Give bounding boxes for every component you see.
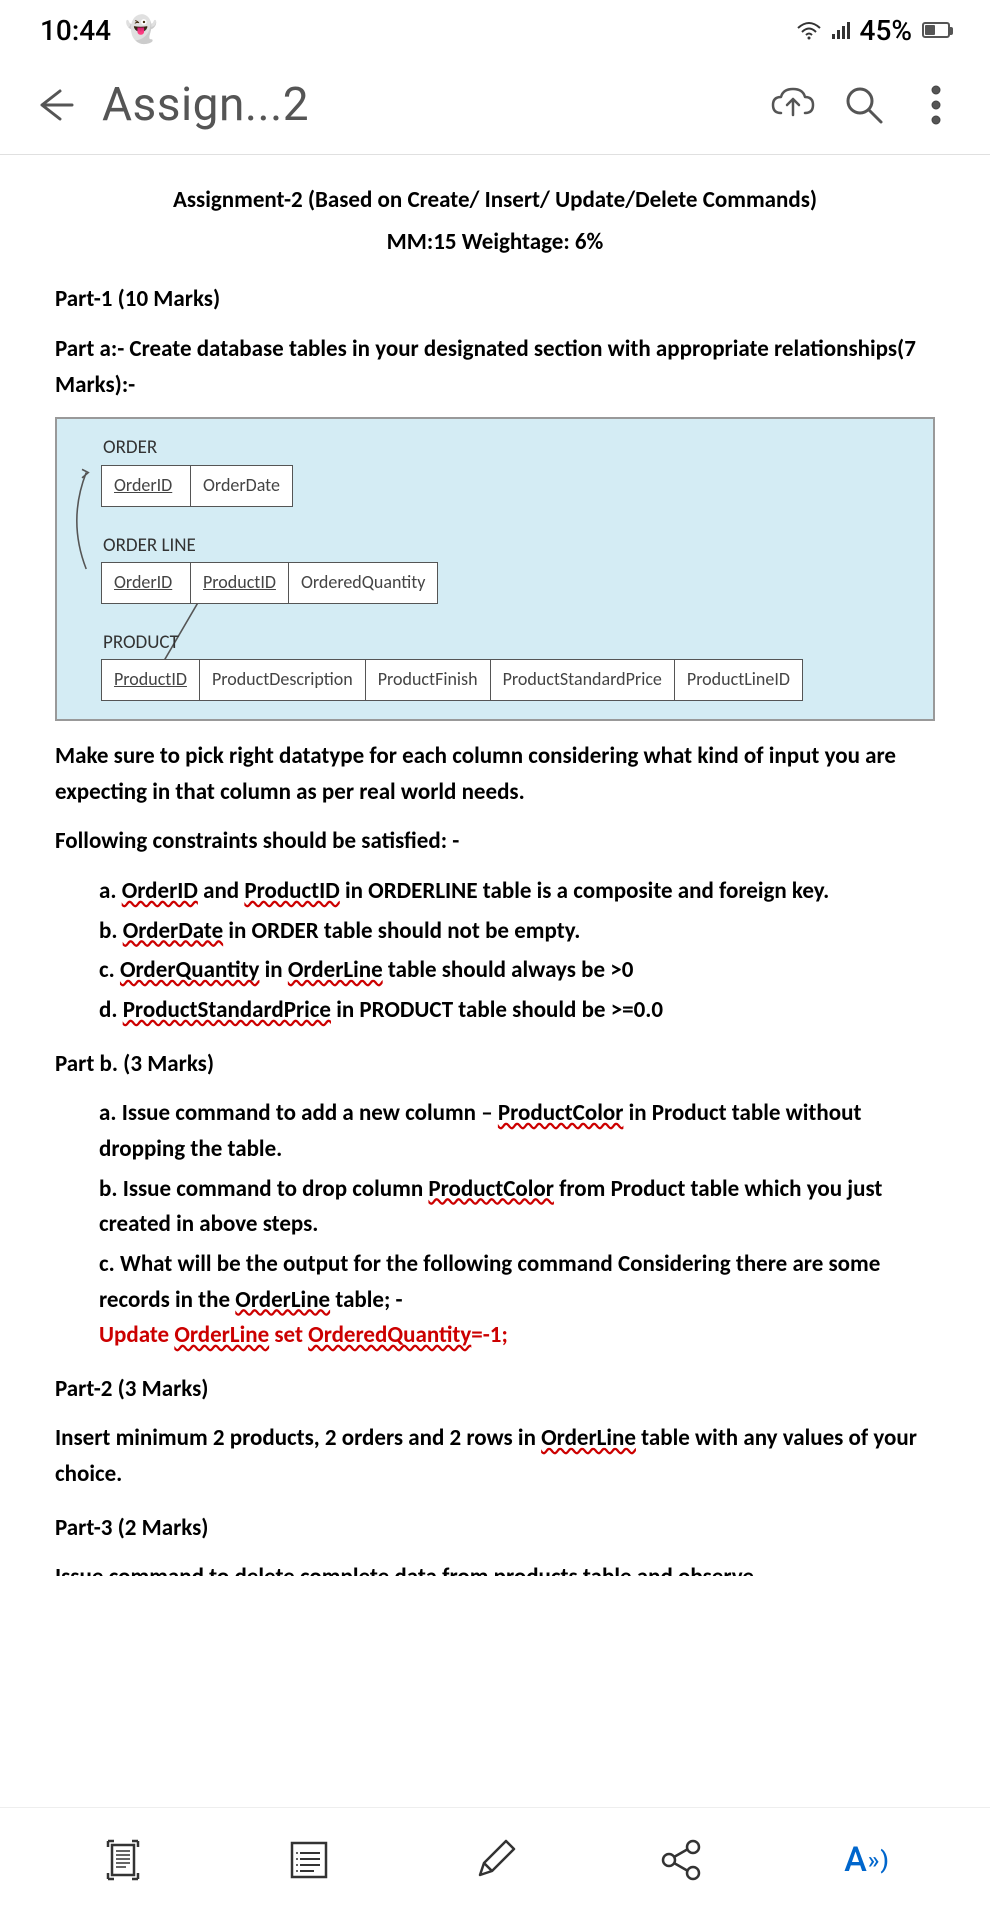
more-button[interactable]: [912, 84, 960, 126]
erd-cell: ProductStandardPrice: [491, 659, 675, 701]
snapchat-icon: 👻: [125, 15, 157, 45]
read-aloud-button[interactable]: A»): [841, 1834, 893, 1886]
erd-cell: ProductDescription: [200, 659, 366, 701]
partb-list: Issue command to add a new column – Prod…: [55, 1096, 935, 1353]
erd-cell: OrderID: [101, 465, 191, 507]
page-title: Assign...2: [102, 78, 744, 132]
constraint-a: OrderID and ProductID in ORDERLINE table…: [99, 874, 935, 910]
outline-button[interactable]: [283, 1834, 335, 1886]
status-left: 10:44 👻: [40, 14, 157, 47]
datatype-note: Make sure to pick right datatype for eac…: [55, 739, 935, 810]
erd-product: PRODUCT ProductID ProductDescription Pro…: [75, 628, 915, 701]
erd-order-label: ORDER: [103, 433, 915, 462]
part2-heading: Part-2 (3 Marks): [55, 1372, 935, 1408]
upload-button[interactable]: [768, 85, 816, 125]
battery-percent: 45%: [860, 14, 912, 47]
bottom-toolbar: A»): [0, 1807, 990, 1920]
constraint-d: ProductStandardPrice in PRODUCT table sh…: [99, 993, 935, 1029]
wifi-icon: [796, 14, 822, 47]
status-time: 10:44: [40, 14, 111, 47]
cutoff-line: Issue command to delete complete data fr…: [55, 1560, 935, 1576]
part1-heading: Part-1 (10 Marks): [55, 282, 935, 318]
erd-cell: OrderDate: [191, 465, 293, 507]
erd-cell: ProductLineID: [675, 659, 803, 701]
edit-button[interactable]: [469, 1834, 521, 1886]
part-a-intro: Part a:- Create database tables in your …: [55, 332, 935, 403]
erd-order: ORDER OrderID OrderDate: [75, 433, 915, 506]
partb-b: Issue command to drop column ProductColo…: [99, 1172, 935, 1243]
erd-orderline: ORDER LINE OrderID ProductID OrderedQuan…: [75, 531, 915, 604]
status-bar: 10:44 👻 45%: [0, 0, 990, 60]
battery-icon: [922, 22, 950, 38]
search-button[interactable]: [840, 84, 888, 126]
erd-cell: ProductID: [191, 562, 289, 604]
doc-subtitle: MM:15 Weightage: 6%: [55, 225, 935, 261]
erd-diagram: ORDER OrderID OrderDate ORDER LINE Order…: [55, 417, 935, 721]
erd-product-label: PRODUCT: [103, 628, 915, 657]
part2-body: Insert minimum 2 products, 2 orders and …: [55, 1421, 935, 1492]
share-button[interactable]: [655, 1834, 707, 1886]
app-bar: Assign...2: [0, 60, 990, 155]
mobile-view-button[interactable]: [97, 1834, 149, 1886]
erd-cell: ProductFinish: [366, 659, 491, 701]
erd-cell: OrderedQuantity: [289, 562, 439, 604]
back-button[interactable]: [30, 83, 78, 127]
constraint-b: OrderDate in ORDER table should not be e…: [99, 914, 935, 950]
part3-heading: Part-3 (2 Marks): [55, 1511, 935, 1547]
signal-icon: [832, 21, 850, 39]
doc-title: Assignment-2 (Based on Create/ Insert/ U…: [55, 183, 935, 219]
partb-c-command: Update OrderLine set OrderedQuantity=-1;: [99, 1321, 508, 1349]
part-b-heading: Part b. (3 Marks): [55, 1047, 935, 1083]
constraint-c: OrderQuantity in OrderLine table should …: [99, 953, 935, 989]
constraints-list: OrderID and ProductID in ORDERLINE table…: [55, 874, 935, 1029]
status-right: 45%: [796, 14, 950, 47]
erd-orderline-label: ORDER LINE: [103, 531, 915, 560]
partb-c: What will be the output for the followin…: [99, 1247, 935, 1354]
erd-cell: ProductID: [101, 659, 200, 701]
erd-cell: OrderID: [101, 562, 191, 604]
constraints-intro: Following constraints should be satisfie…: [55, 824, 935, 860]
document-content[interactable]: Assignment-2 (Based on Create/ Insert/ U…: [0, 155, 990, 1807]
partb-a: Issue command to add a new column – Prod…: [99, 1096, 935, 1167]
